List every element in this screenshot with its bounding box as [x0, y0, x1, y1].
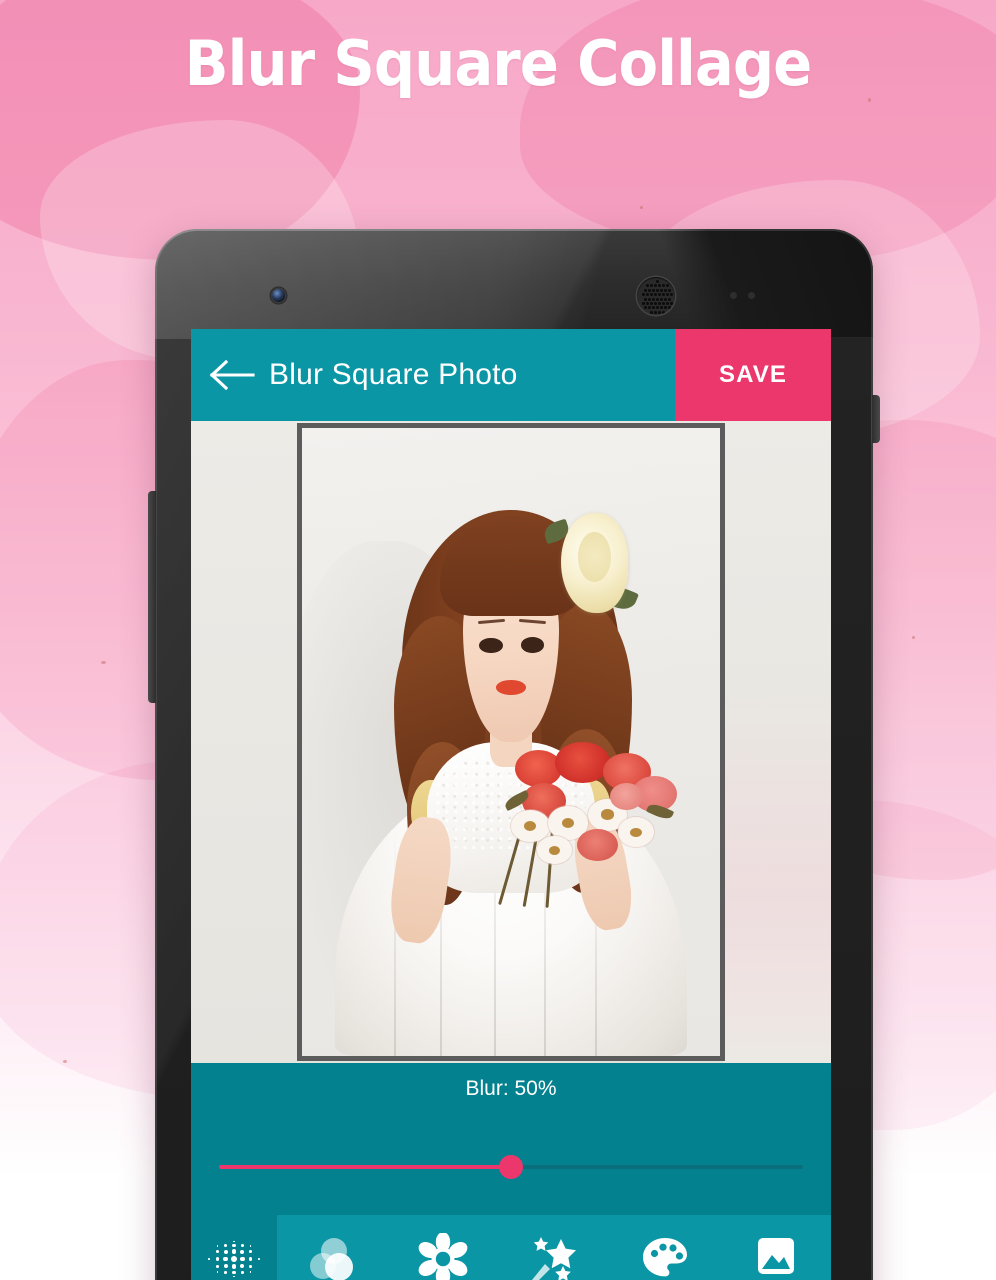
phone-screen: Blur Square Photo SAVE Blur: 50% — [191, 329, 831, 1280]
proximity-sensor-icon — [730, 292, 737, 299]
volume-button[interactable] — [148, 491, 157, 703]
photo-frame[interactable] — [297, 423, 725, 1061]
magic-wand-stars-icon — [528, 1229, 580, 1280]
toolbar-item-style[interactable]: Style — [277, 1215, 388, 1280]
app-bar: Blur Square Photo SAVE — [191, 329, 831, 421]
phone-mockup: Blur Square Photo SAVE Blur: 50% — [148, 229, 880, 1280]
blur-dot-grid-icon — [206, 1229, 262, 1280]
overlapping-circles-icon — [306, 1229, 358, 1280]
bride-portrait-photo — [302, 428, 720, 1056]
toolbar-item-gradient[interactable]: Gradient — [720, 1215, 831, 1280]
promo-screenshot: Blur Square Collage Blur Square Photo SA… — [0, 0, 996, 1280]
blurred-background-left — [191, 421, 299, 1063]
bottom-toolbar: Blur Style — [191, 1215, 831, 1280]
slider-thumb[interactable] — [499, 1155, 523, 1179]
app-bar-title: Blur Square Photo — [269, 358, 518, 391]
earpiece-speaker-icon — [637, 277, 675, 315]
save-button[interactable]: SAVE — [675, 329, 831, 421]
slider-track-fill — [219, 1165, 511, 1169]
page-title: Blur Square Collage — [184, 27, 813, 100]
toolbar-item-splash[interactable]: Splash — [388, 1215, 499, 1280]
image-mountain-icon — [750, 1229, 802, 1280]
arrow-left-icon[interactable] — [209, 359, 255, 391]
bezel-gloss — [155, 229, 873, 339]
toolbar-item-bcolor[interactable]: B-Color — [609, 1215, 720, 1280]
front-camera-icon — [272, 289, 285, 302]
power-button[interactable] — [871, 395, 880, 443]
app-bar-left: Blur Square Photo — [191, 329, 675, 421]
save-button-label: SAVE — [719, 361, 787, 388]
toolbar-item-filter[interactable]: Filter — [499, 1215, 610, 1280]
ambient-light-sensor-icon — [748, 292, 755, 299]
blur-control-panel: Blur: 50% — [191, 1063, 831, 1215]
paint-palette-icon — [639, 1229, 691, 1280]
photo-canvas[interactable] — [191, 421, 831, 1063]
flower-icon — [417, 1229, 469, 1280]
toolbar-item-blur[interactable]: Blur — [191, 1215, 277, 1280]
blurred-background-right — [723, 421, 831, 1063]
blur-value-label: Blur: 50% — [465, 1077, 557, 1100]
blur-slider[interactable] — [219, 1155, 803, 1179]
